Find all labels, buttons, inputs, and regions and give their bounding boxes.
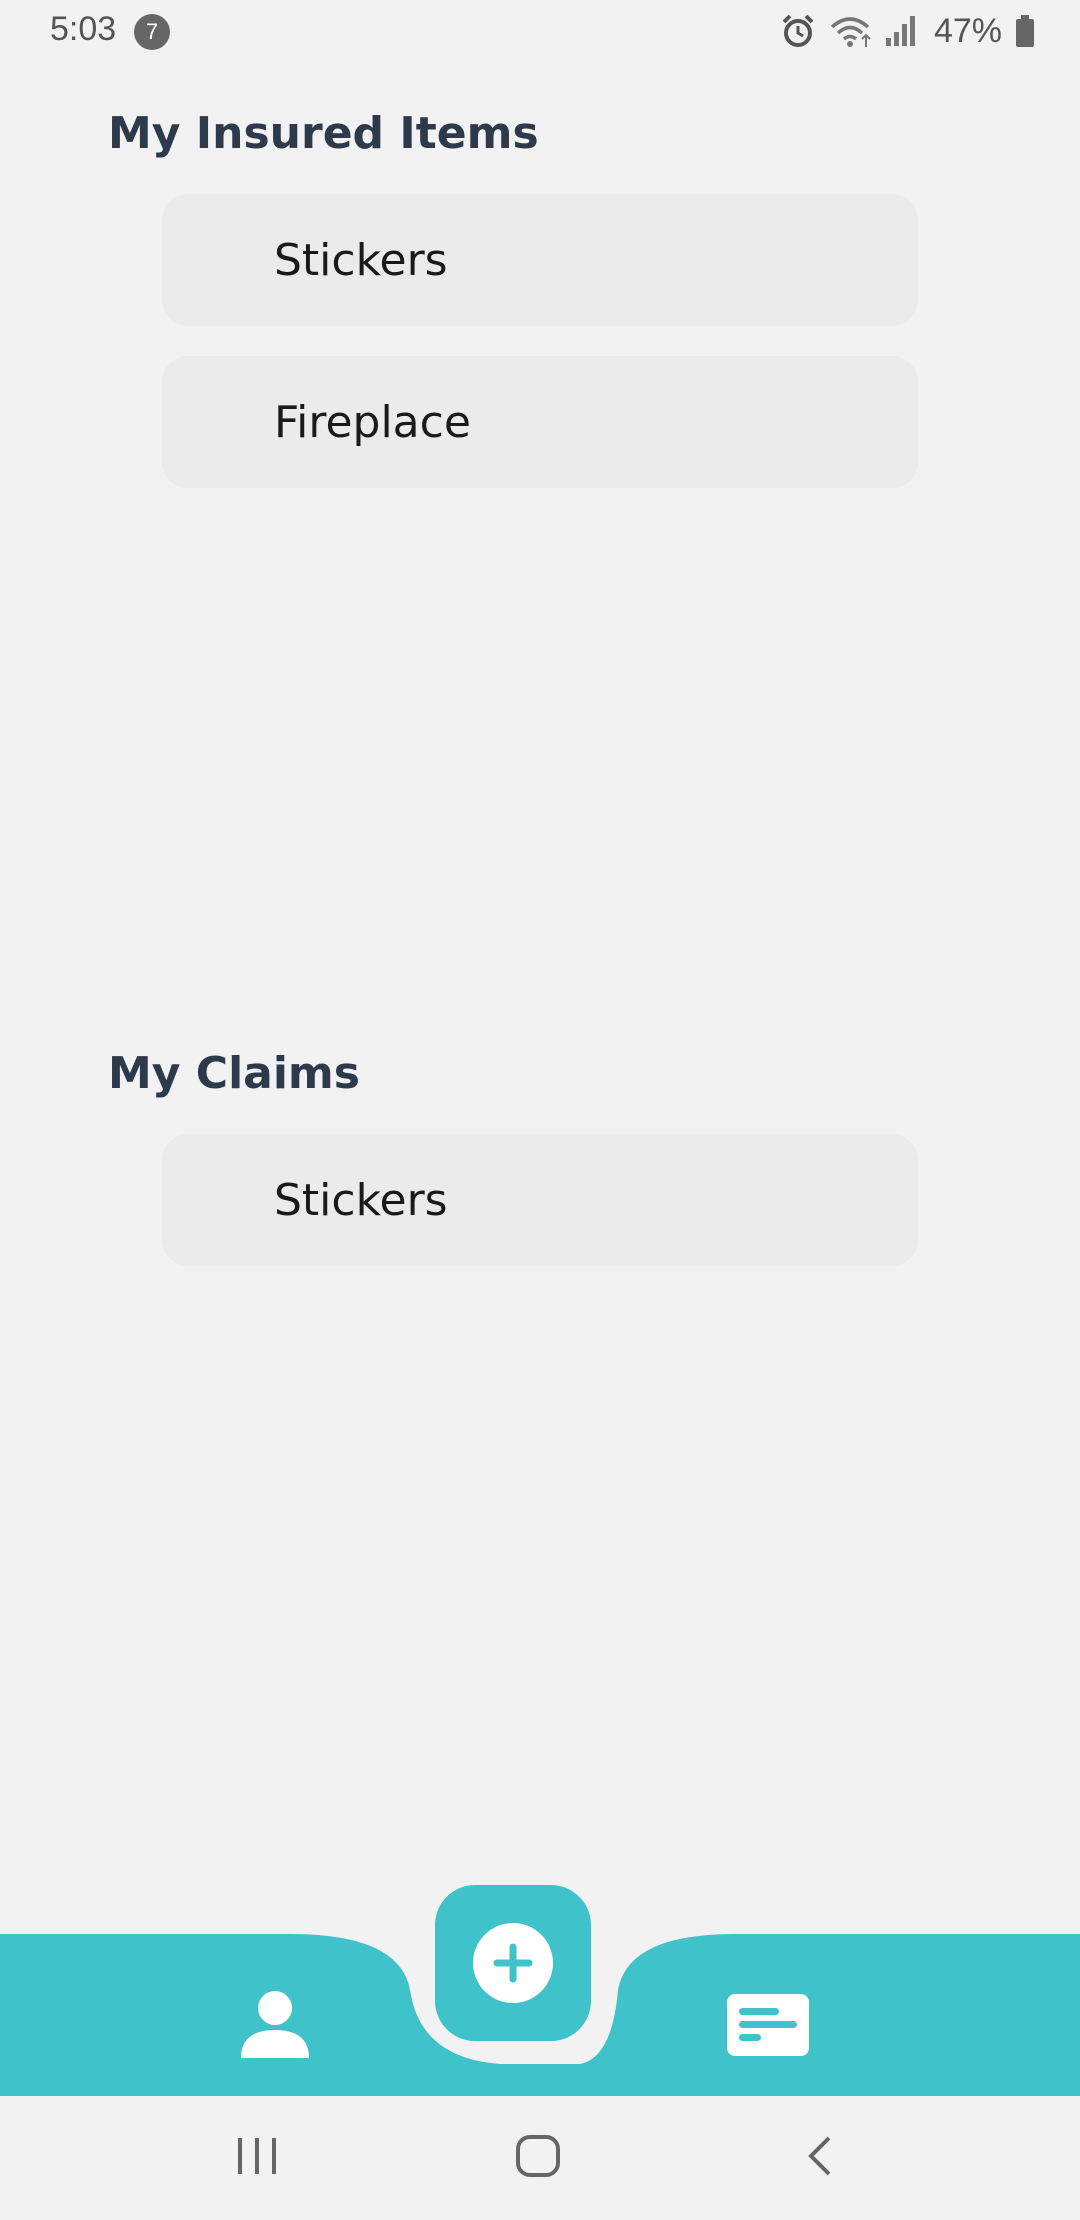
bottom-navigation	[0, 1880, 1080, 2096]
insured-items-list: Stickers Fireplace	[162, 194, 918, 518]
insured-items-title: My Insured Items	[108, 108, 539, 159]
insured-item-card[interactable]: Fireplace	[162, 356, 918, 488]
claim-card[interactable]: Stickers	[162, 1134, 918, 1266]
insured-item-card[interactable]: Stickers	[162, 194, 918, 326]
profile-nav-button[interactable]	[230, 1980, 320, 2070]
list-icon	[727, 1994, 809, 2056]
insured-item-label: Stickers	[274, 234, 448, 286]
home-button[interactable]	[503, 2126, 573, 2186]
status-icons: 47%	[780, 10, 1036, 52]
person-icon	[241, 1991, 309, 2058]
claims-list: Stickers	[162, 1134, 918, 1296]
notification-count-badge: 7	[134, 14, 170, 50]
home-icon	[516, 2135, 560, 2177]
system-navigation	[0, 2096, 1080, 2220]
battery-percentage: 47%	[933, 11, 1002, 50]
insured-item-label: Fireplace	[274, 396, 471, 448]
signal-icon	[885, 16, 915, 46]
add-item-button[interactable]	[435, 1885, 591, 2041]
battery-icon	[1016, 15, 1034, 47]
claims-nav-button[interactable]	[720, 1980, 816, 2070]
claims-title: My Claims	[108, 1048, 360, 1099]
back-icon	[808, 2136, 831, 2176]
status-bar: 5:03 7 47%	[0, 0, 1080, 62]
claim-label: Stickers	[274, 1174, 448, 1226]
plus-icon	[473, 1923, 553, 2003]
status-time: 5:03	[50, 10, 117, 48]
back-button[interactable]	[785, 2126, 855, 2186]
recent-apps-button[interactable]	[222, 2126, 292, 2186]
wifi-icon	[830, 17, 871, 47]
alarm-icon	[782, 14, 814, 47]
recent-apps-icon	[238, 2138, 276, 2174]
